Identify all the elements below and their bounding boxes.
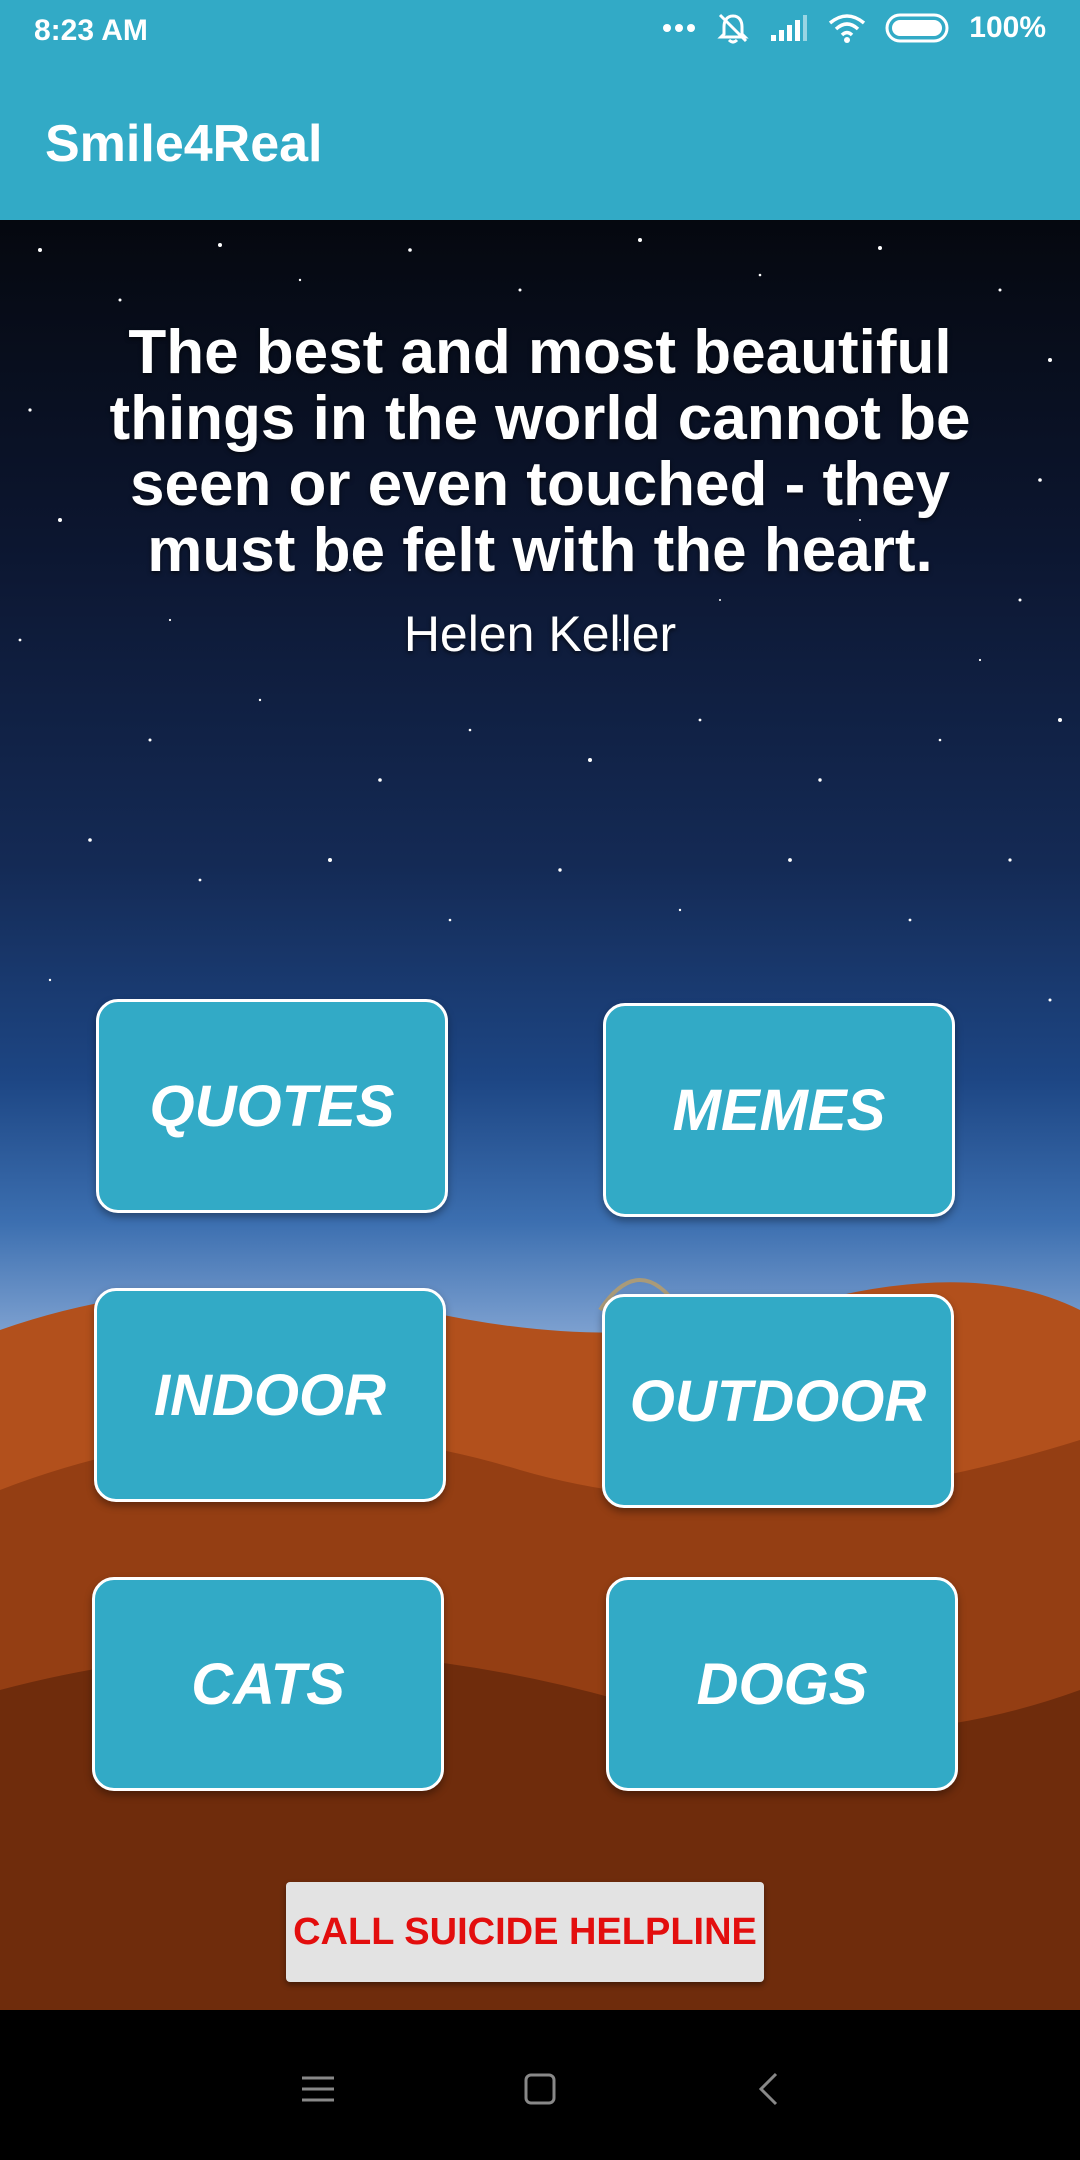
more-dots-icon — [661, 22, 697, 34]
back-chevron-icon[interactable] — [733, 2054, 803, 2124]
status-time: 8:23 AM — [34, 14, 148, 47]
home-square-icon[interactable] — [505, 2054, 575, 2124]
signal-icon — [769, 13, 809, 43]
quote-author: Helen Keller — [403, 606, 677, 662]
status-bar: 8:23 AM 100% — [0, 0, 1080, 66]
dogs-button[interactable]: DOGS — [606, 1577, 958, 1791]
indoor-button[interactable]: INDOOR — [94, 1288, 446, 1502]
battery-percent: 100% — [969, 11, 1046, 44]
menu-icon[interactable] — [283, 2054, 353, 2124]
outdoor-button[interactable]: OUTDOOR — [602, 1294, 954, 1508]
call-suicide-helpline-button[interactable]: CALL SUICIDE HELPLINE — [286, 1882, 764, 1982]
wifi-icon — [827, 12, 867, 44]
memes-button[interactable]: MEMES — [603, 1003, 955, 1217]
quote-text: The best and most beautiful things in th… — [109, 318, 971, 585]
battery-icon — [885, 12, 951, 44]
status-icons: 100% — [661, 10, 1046, 46]
system-nav-bar — [0, 2010, 1080, 2160]
app-bar: Smile4Real — [0, 66, 1080, 220]
app-title: Smile4Real — [45, 115, 323, 173]
cats-button[interactable]: CATS — [92, 1577, 444, 1791]
mute-bell-icon — [715, 10, 751, 46]
quotes-button[interactable]: QUOTES — [96, 999, 448, 1213]
main-content: The best and most beautiful things in th… — [0, 220, 1080, 2010]
